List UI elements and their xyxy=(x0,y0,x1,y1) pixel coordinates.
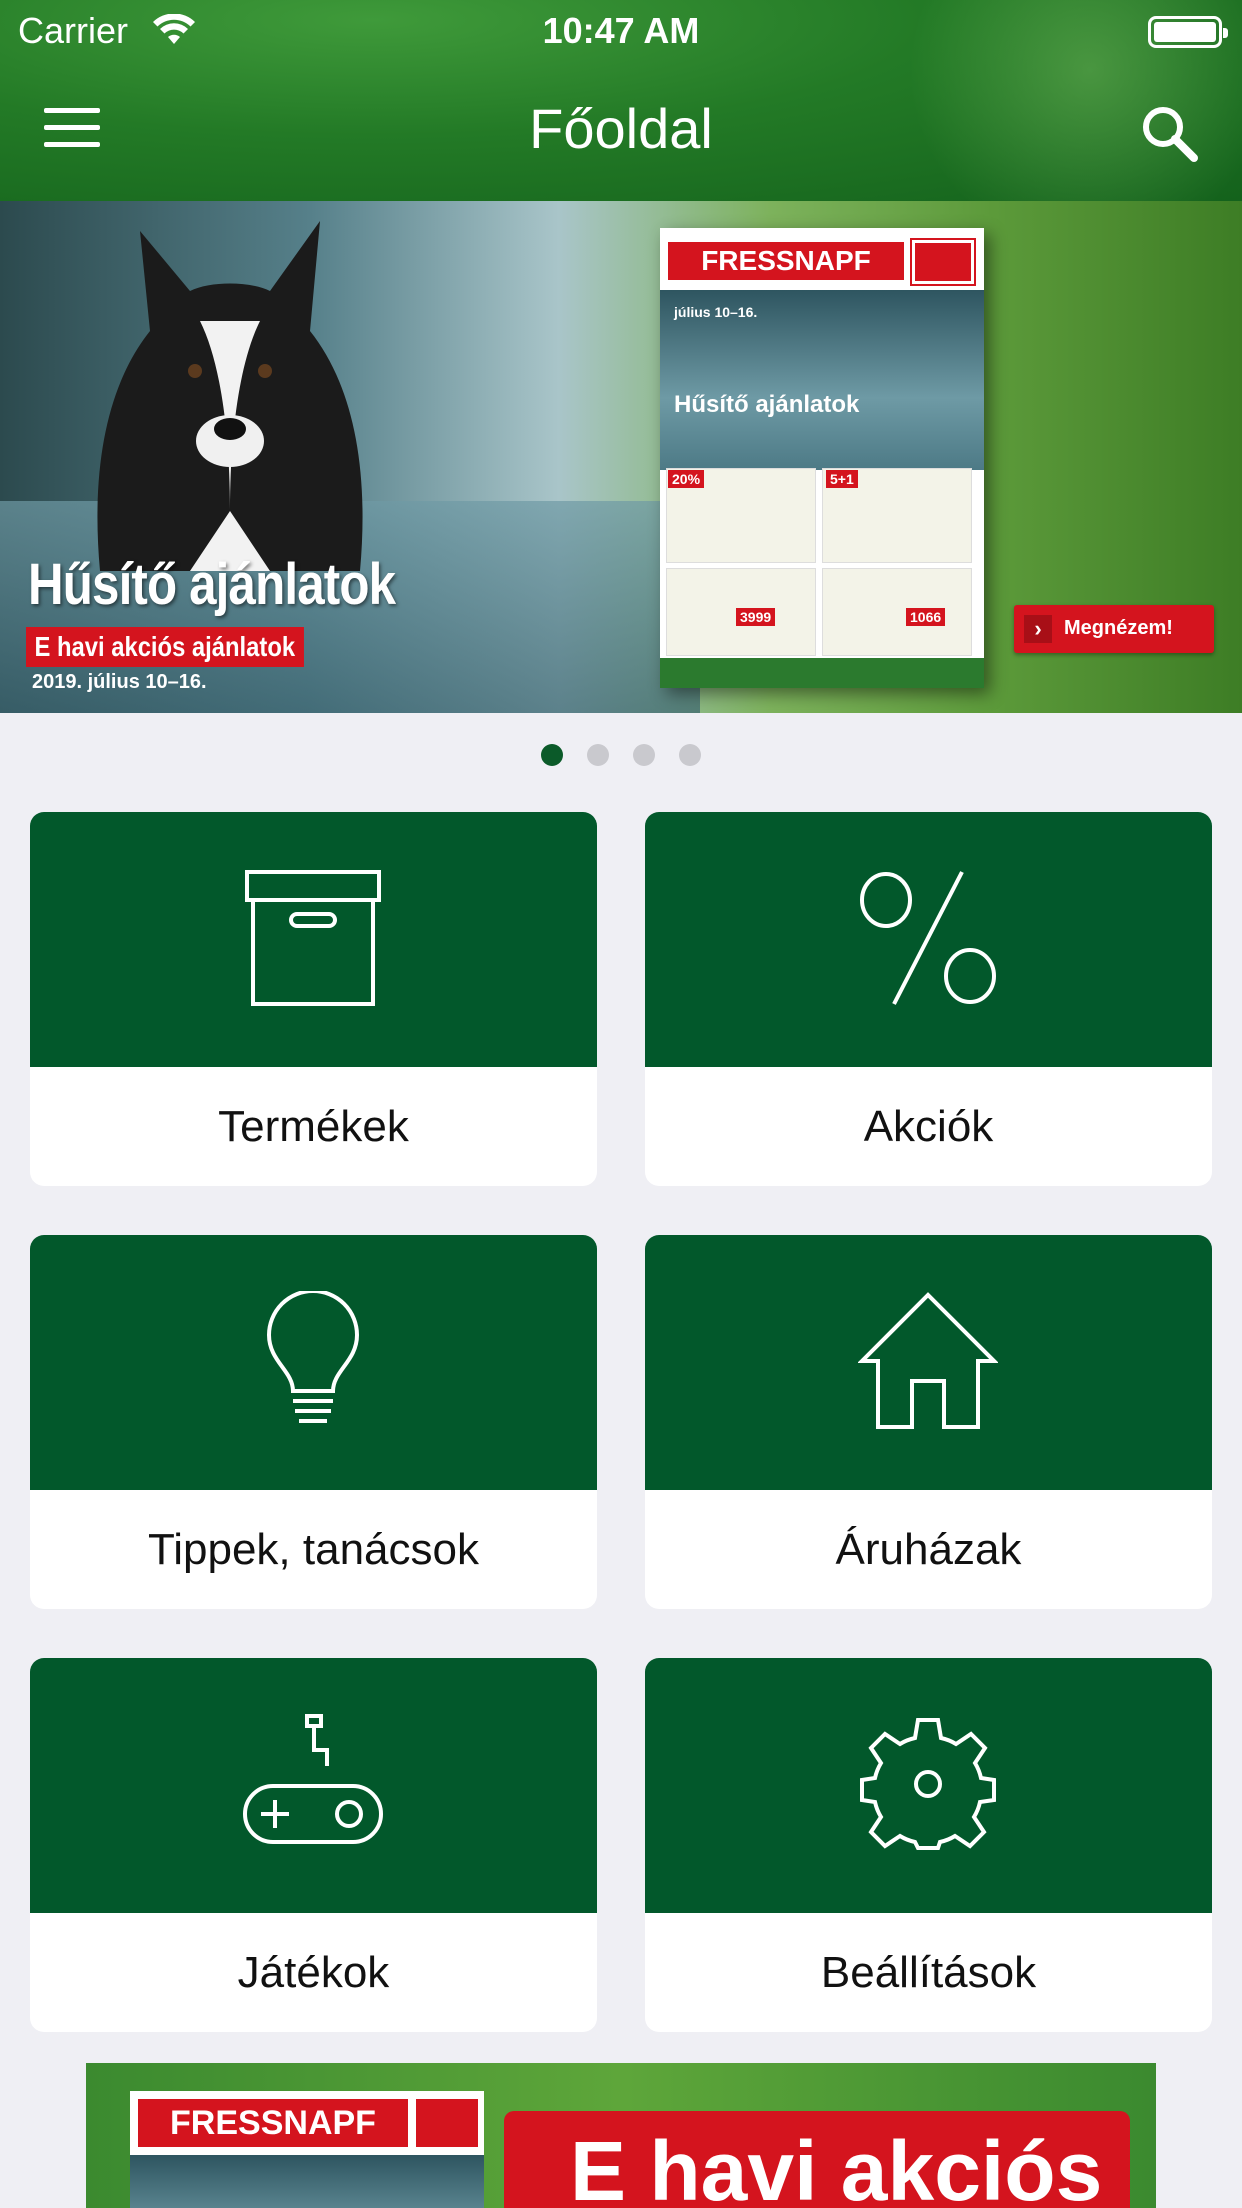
tile-akciok[interactable]: Akciók xyxy=(645,812,1212,1186)
bottom-ad-headline: E havi akciós xyxy=(504,2111,1130,2208)
tile-aruhazak[interactable]: Áruházak xyxy=(645,1235,1212,1609)
bottom-magazine-photo xyxy=(130,2155,484,2208)
page-dot-4[interactable] xyxy=(679,744,701,766)
tile-label: Tippek, tanácsok xyxy=(148,1525,479,1574)
page-title: Főoldal xyxy=(529,97,713,160)
nav-header: Carrier 10:47 AM Főoldal xyxy=(0,0,1242,201)
search-icon[interactable] xyxy=(1138,102,1200,164)
gear-icon xyxy=(860,1718,996,1850)
chevron-right-icon: › xyxy=(1024,615,1052,643)
magazine-title: Hűsítő ajánlatok xyxy=(674,391,860,418)
magazine-header: FRESSNAPF xyxy=(660,228,984,290)
dog-image xyxy=(97,221,363,571)
page-dot-3[interactable] xyxy=(633,744,655,766)
bottom-magazine-cover: FRESSNAPF xyxy=(130,2091,484,2208)
tile-beallitasok[interactable]: Beállítások xyxy=(645,1658,1212,2032)
tile-tippek-tanacsok[interactable]: Tippek, tanácsok xyxy=(30,1235,597,1609)
tile-label: Játékok xyxy=(237,1948,390,1997)
view-offers-button[interactable]: › Megnézem! xyxy=(1014,605,1214,653)
magazine-offer-grid: 20% 5+1 3999 1066 xyxy=(666,468,978,658)
gamepad-icon xyxy=(243,1714,383,1844)
tile-jatekok[interactable]: Játékok xyxy=(30,1658,597,2032)
banner-page-indicator xyxy=(0,744,1242,768)
status-bar: Carrier 10:47 AM xyxy=(0,0,1242,60)
percent-icon xyxy=(860,871,996,1005)
magazine-footer xyxy=(660,658,984,688)
lightbulb-icon xyxy=(266,1291,360,1423)
magazine-cover: FRESSNAPF július 10–16. Hűsítő ajánlatok… xyxy=(660,228,984,688)
magazine-date: július 10–16. xyxy=(674,304,758,320)
tile-label: Termékek xyxy=(218,1102,409,1151)
house-icon xyxy=(858,1292,998,1429)
tile-label: Áruházak xyxy=(835,1525,1022,1574)
tile-label: Beállítások xyxy=(820,1948,1037,1997)
bottom-promo-banner[interactable]: FRESSNAPF E havi akciós xyxy=(86,2063,1156,2208)
fressnapf-logo-icon xyxy=(416,2099,478,2147)
tile-termekek[interactable]: Termékek xyxy=(30,812,597,1186)
box-icon xyxy=(245,870,381,1006)
fressnapf-logo-icon xyxy=(910,238,976,286)
magazine-brand: FRESSNAPF xyxy=(668,242,904,280)
view-offers-label: Megnézem! xyxy=(1064,617,1173,639)
promo-banner[interactable]: Hűsítő ajánlatok E havi akciós ajánlatok… xyxy=(0,201,1242,713)
banner-headline: Hűsítő ajánlatok xyxy=(28,552,396,617)
battery-icon xyxy=(1148,16,1228,48)
page-dot-2[interactable] xyxy=(587,744,609,766)
status-time: 10:47 AM xyxy=(542,10,700,51)
banner-subheadline: E havi akciós ajánlatok xyxy=(26,627,304,667)
magazine-photo: július 10–16. Hűsítő ajánlatok xyxy=(660,290,984,470)
banner-date: 2019. július 10–16. xyxy=(32,671,207,693)
page-dot-1[interactable] xyxy=(541,744,563,766)
bottom-magazine-brand: FRESSNAPF xyxy=(138,2099,408,2147)
tile-label: Akciók xyxy=(863,1102,994,1151)
